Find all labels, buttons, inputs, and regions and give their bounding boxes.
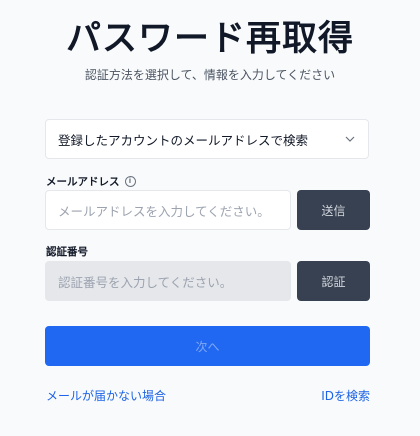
no-mail-link[interactable]: メールが届かない場合 bbox=[46, 387, 166, 404]
code-input[interactable]: 認証番号を入力してください。 bbox=[45, 261, 291, 301]
email-label: メールアドレス bbox=[46, 176, 120, 188]
verify-button[interactable]: 認証 bbox=[297, 261, 370, 301]
code-label: 認証番号 bbox=[46, 246, 88, 258]
send-button[interactable]: 送信 bbox=[297, 190, 370, 230]
chevron-down-icon bbox=[344, 133, 356, 145]
auth-method-selected: 登録したアカウントのメールアドレスで検索 bbox=[58, 132, 309, 148]
code-label-row: 認証番号 bbox=[46, 244, 88, 259]
email-placeholder: メールアドレスを入力してください。 bbox=[58, 203, 270, 219]
auth-method-select[interactable]: 登録したアカウントのメールアドレスで検索 bbox=[45, 119, 369, 159]
info-icon[interactable]: i bbox=[124, 176, 136, 187]
page-subtitle: 認証方法を選択して、情報を入力してください bbox=[84, 68, 336, 82]
email-label-row: メールアドレス i bbox=[46, 174, 136, 189]
email-input[interactable]: メールアドレスを入力してください。 bbox=[45, 190, 291, 230]
find-id-link[interactable]: IDを検索 bbox=[321, 387, 370, 404]
next-button[interactable]: 次へ bbox=[45, 326, 370, 366]
code-placeholder: 認証番号を入力してください。 bbox=[58, 274, 233, 290]
page-title: パスワード再取得 bbox=[65, 19, 354, 59]
